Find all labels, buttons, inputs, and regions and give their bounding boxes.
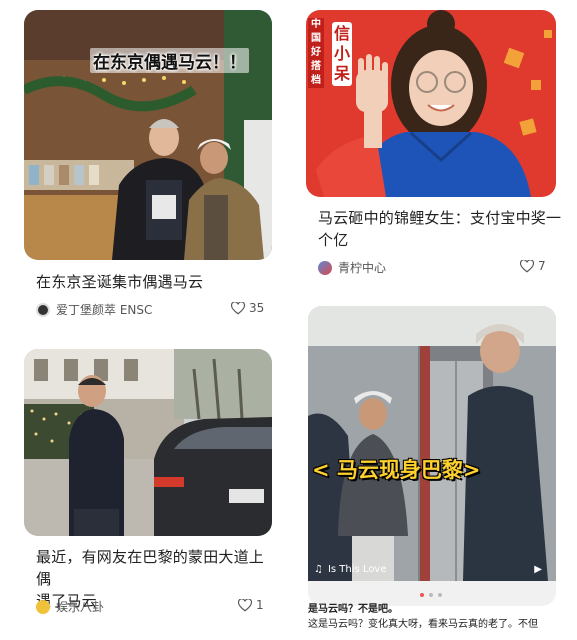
like-count: 7 xyxy=(538,259,546,273)
caption-line: 这是马云吗？变化真大呀，看来马云真的老了。不但 xyxy=(308,619,538,630)
music-title: Is This Love xyxy=(327,563,387,575)
like-count: 1 xyxy=(256,598,264,612)
post-card[interactable]: 在东京偶遇马云！！ 在东京圣诞集市偶遇马云 爱丁堡颜萃 ENSC 35 xyxy=(0,0,290,330)
author-name: 爱丁堡颜萃 ENSC xyxy=(56,303,153,317)
elevator-photo xyxy=(308,306,556,581)
post-card[interactable]: < 马云现身巴黎> ♫ Is This Love ▶ 是马云吗？不是吧。 这是马… xyxy=(290,290,577,640)
music-note-icon: ♫ xyxy=(314,563,323,575)
author-name: 娱乐八卦 xyxy=(56,600,105,614)
post-title-line: 马云砸中的锦鲤女生：支付宝中奖一 xyxy=(318,209,562,227)
avatar xyxy=(36,599,50,614)
post-title[interactable]: 在东京圣诞集市偶遇马云 xyxy=(36,271,276,293)
post-image[interactable]: < 马云现身巴黎> ♫ Is This Love ▶ xyxy=(308,306,556,606)
author-name: 青柠中心 xyxy=(338,261,387,275)
heart-icon xyxy=(238,598,252,611)
author-info[interactable]: 青柠中心 xyxy=(318,259,386,276)
author-info[interactable]: 爱丁堡颜萃 ENSC xyxy=(36,301,152,318)
post-card[interactable]: 中国好搭档 信小呆 马云砸中的锦鲤女生：支付宝中奖一 个亿 青柠中心 7 xyxy=(290,0,577,290)
avatar xyxy=(318,260,332,275)
like-button[interactable]: 1 xyxy=(238,598,264,612)
post-image[interactable]: 中国好搭档 信小呆 xyxy=(306,10,556,197)
post-card[interactable]: 最近，有网友在巴黎的蒙田大道上偶 遇了马云 娱乐八卦 1 xyxy=(0,330,290,640)
heart-icon xyxy=(231,301,245,314)
author-info[interactable]: 娱乐八卦 xyxy=(36,598,104,615)
heart-icon xyxy=(520,259,534,272)
caption-line: 是马云吗？不是吧。 xyxy=(308,604,398,615)
post-title-line: 个亿 xyxy=(318,231,349,249)
post-image[interactable] xyxy=(24,349,272,536)
image-caption-overlay: < 马云现身巴黎> xyxy=(312,458,481,482)
post-title[interactable]: 马云砸中的锦鲤女生：支付宝中奖一 个亿 xyxy=(318,207,568,251)
play-icon[interactable]: ▶ xyxy=(534,564,542,575)
name-label: 信小呆 xyxy=(332,22,352,86)
post-image[interactable]: 在东京偶遇马云！！ xyxy=(24,10,272,260)
avatar xyxy=(36,302,50,317)
post-caption: 是马云吗？不是吧。 这是马云吗？变化真大呀，看来马云真的老了。不但 xyxy=(308,602,556,632)
image-caption-overlay: 在东京偶遇马云！！ xyxy=(90,48,249,73)
like-count: 35 xyxy=(249,301,265,315)
post-title-line: 最近，有网友在巴黎的蒙田大道上偶 xyxy=(36,548,265,588)
side-banner: 中国好搭档 xyxy=(308,18,324,88)
like-button[interactable]: 7 xyxy=(520,259,546,273)
music-bar[interactable]: ♫ Is This Love ▶ xyxy=(314,560,550,578)
progress-dots xyxy=(420,582,450,597)
street-photo xyxy=(24,349,272,536)
like-button[interactable]: 35 xyxy=(231,301,264,315)
